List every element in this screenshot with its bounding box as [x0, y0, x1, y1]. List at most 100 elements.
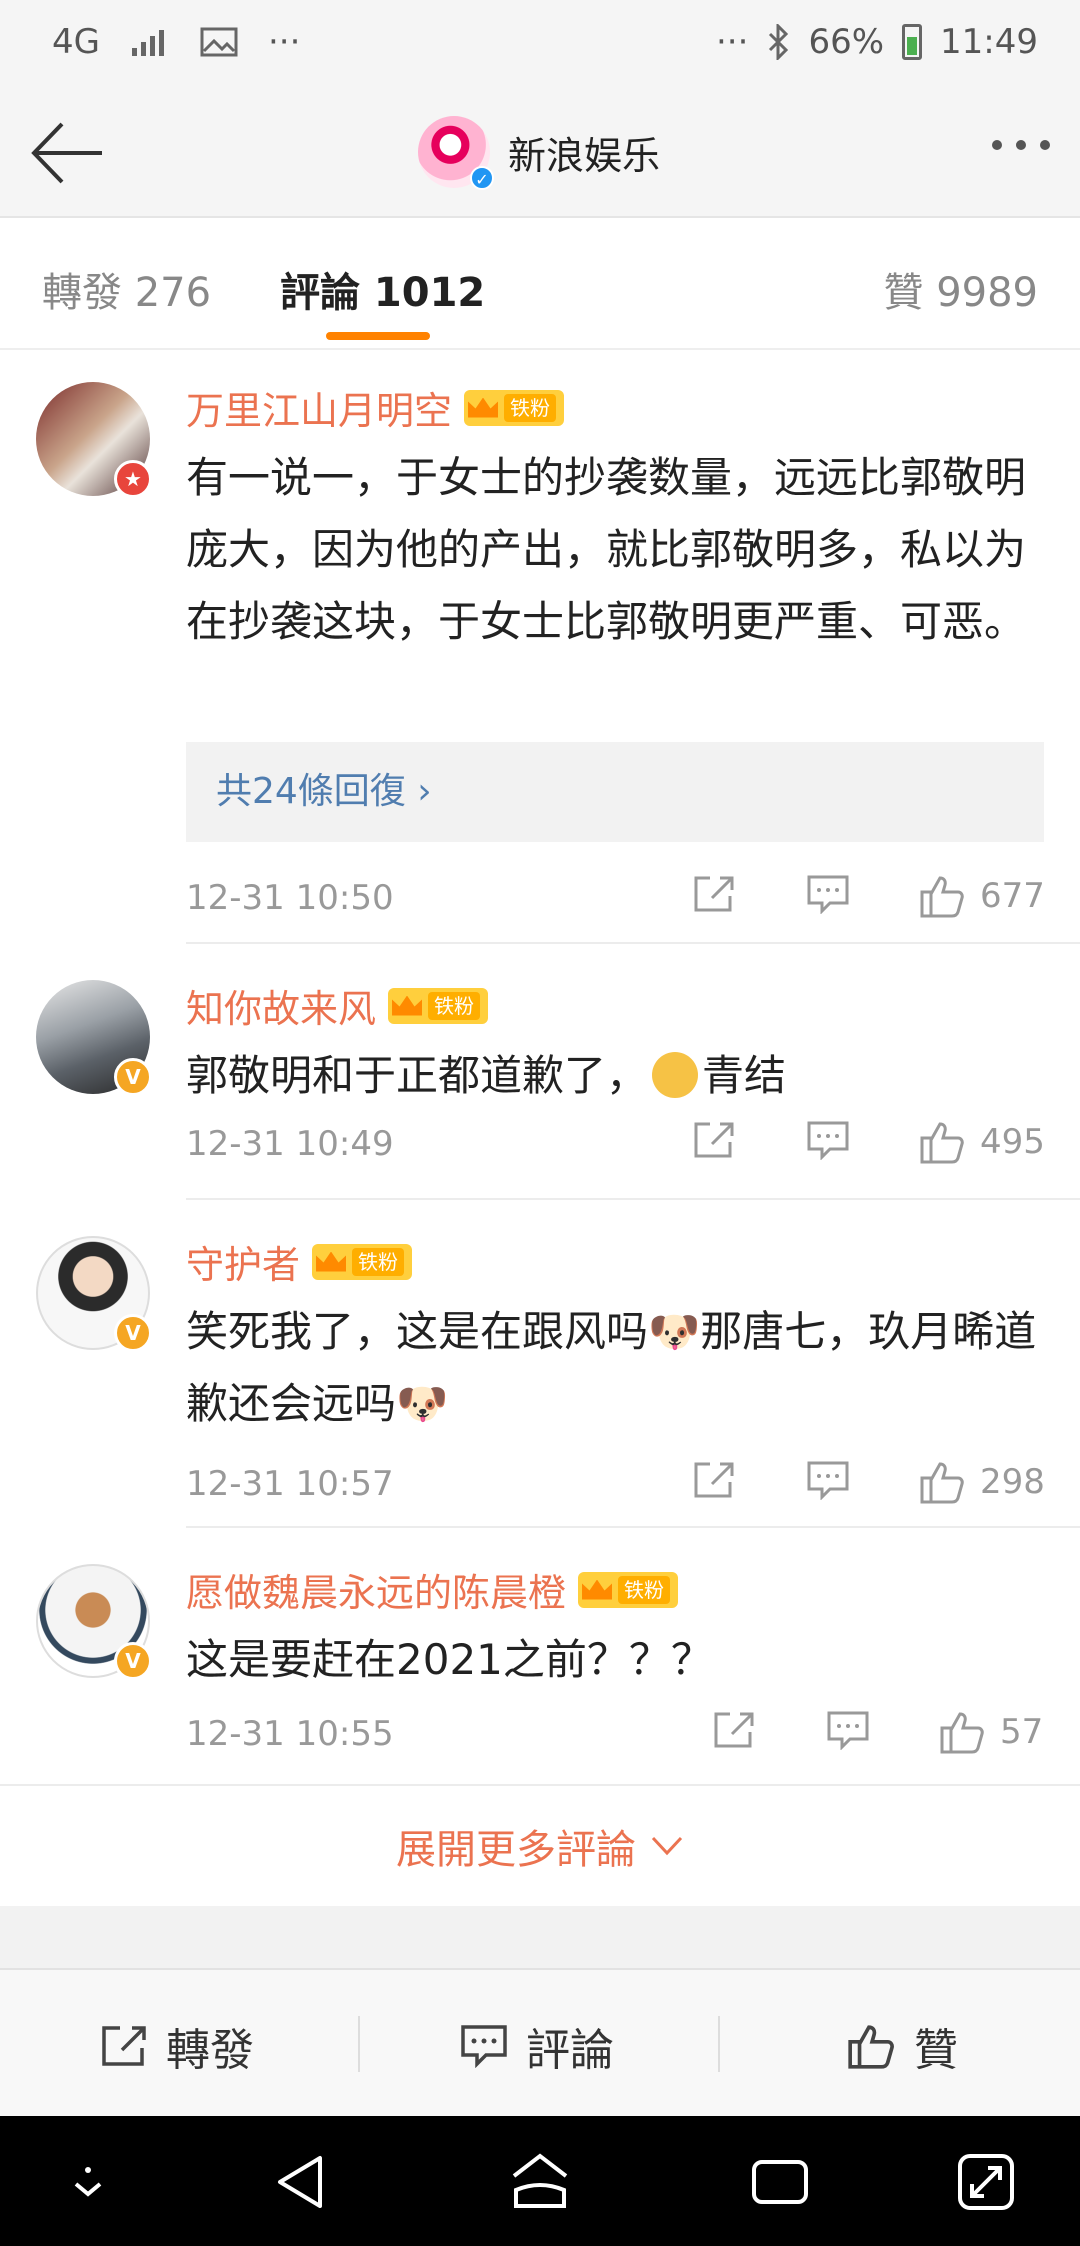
battery-percent: 66%: [808, 22, 885, 62]
like-button[interactable]: 贊: [846, 2014, 958, 2078]
clock: 11:49: [940, 22, 1038, 62]
share-icon: [694, 876, 734, 912]
nav-home-icon[interactable]: [508, 2150, 572, 2214]
section-gap: [0, 1906, 1080, 1968]
replies-link[interactable]: 共24條回復 ›: [186, 742, 1044, 842]
comment-meta: 12-31 10:49 495: [186, 1116, 1046, 1176]
divider: [358, 2016, 360, 2072]
expand-label: 展開更多評論: [396, 1827, 636, 1873]
tab-repost[interactable]: 轉發 276: [42, 260, 211, 318]
comment-item: V 知你故来风 铁粉 郭敬明和于正都道歉了， 青结 12-31 10:49 495: [0, 944, 1080, 1200]
tab-indicator: [326, 332, 430, 340]
comment-icon: [461, 2025, 507, 2068]
fan-badge: 铁粉: [388, 987, 489, 1024]
chevron-down-icon: [651, 1836, 683, 1856]
avatar[interactable]: V: [36, 1564, 152, 1680]
fan-badge: 铁粉: [578, 1571, 679, 1608]
expand-more-comments-button[interactable]: 展開更多評論: [0, 1784, 1080, 1906]
crown-icon: [582, 1576, 612, 1604]
comment-time: 12-31 10:55: [186, 1714, 394, 1754]
network-indicator: 4G: [52, 22, 100, 62]
tab-bar: 轉發 276 評論 1012 贊 9989: [0, 218, 1080, 350]
reply-button[interactable]: [806, 874, 850, 914]
username[interactable]: 守护者: [186, 1234, 300, 1289]
image-icon: [200, 27, 238, 57]
like-button[interactable]: 677: [918, 874, 1045, 918]
like-count: 298: [980, 1462, 1045, 1502]
nav-back-icon[interactable]: [270, 2150, 334, 2214]
tab-like[interactable]: 贊 9989: [883, 260, 1038, 318]
verified-v-icon: V: [114, 1314, 152, 1352]
share-icon: [714, 1712, 754, 1748]
comment-meta: 12-31 10:55 57: [186, 1706, 1046, 1766]
battery-icon: [902, 24, 923, 60]
comment-icon: [807, 875, 849, 914]
nav-hide-keyboard-icon[interactable]: [56, 2150, 120, 2214]
status-bar: 4G ··· ··· 66% 11:49: [0, 0, 1080, 90]
divider: [718, 2016, 720, 2072]
fan-badge: 铁粉: [312, 1243, 413, 1280]
more-options-button[interactable]: [992, 140, 1050, 150]
signal-icon: [131, 30, 164, 56]
back-button[interactable]: [28, 120, 108, 186]
like-button[interactable]: 298: [918, 1460, 1045, 1504]
like-count: 57: [1000, 1712, 1044, 1752]
repost-button[interactable]: 轉發: [100, 2014, 254, 2078]
bottom-action-bar: 轉發 評論 贊: [0, 1968, 1080, 2116]
repost-icon: [102, 2026, 146, 2066]
comment-button[interactable]: 評論: [460, 2014, 614, 2078]
fan-badge: 铁粉: [464, 389, 565, 426]
username[interactable]: 愿做魏晨永远的陈晨橙: [186, 1562, 566, 1617]
comment-time: 12-31 10:57: [186, 1464, 394, 1504]
thumbs-up-icon: [920, 1122, 964, 1164]
comment-text: 有一说一，于女士的抄袭数量，远远比郭敬明庞大，因为他的产出，就比郭敬明多，私以为…: [186, 453, 1027, 646]
system-nav-bar: [0, 2116, 1080, 2246]
avatar[interactable]: V: [36, 1236, 152, 1352]
account-title[interactable]: ✓ 新浪娱乐: [418, 116, 661, 190]
comment-item: V 愿做魏晨永远的陈晨橙 铁粉 这是要赶在2021之前？？？ 12-31 10:…: [0, 1528, 1080, 1784]
share-button[interactable]: [692, 1460, 736, 1500]
comment-text: 笑死我了，这是在跟风吗🐶那唐七，玖月晞道歉还会远吗🐶: [186, 1307, 1037, 1428]
crown-icon: [392, 992, 422, 1020]
weibo-comments-page: 4G ··· ··· 66% 11:49 ✓ 新浪娱乐 轉發 276 評論 10…: [0, 0, 1080, 2246]
member-badge-icon: ★: [114, 460, 152, 498]
reply-button[interactable]: [826, 1710, 870, 1750]
share-icon: [694, 1122, 734, 1158]
verified-v-icon: V: [114, 1642, 152, 1680]
avatar[interactable]: V: [36, 980, 152, 1096]
share-button[interactable]: [692, 874, 736, 914]
share-button[interactable]: [692, 1120, 736, 1160]
crown-icon: [316, 1248, 346, 1276]
nav-fullscreen-icon[interactable]: [954, 2150, 1018, 2214]
header-bar: ✓ 新浪娱乐: [0, 90, 1080, 218]
comment-icon: [807, 1121, 849, 1160]
like-button[interactable]: 495: [918, 1120, 1045, 1164]
account-logo: ✓: [418, 116, 494, 190]
comment-icon: [807, 1461, 849, 1500]
status-more-right: ···: [716, 22, 749, 62]
username[interactable]: 知你故来风: [186, 978, 376, 1033]
like-count: 677: [980, 876, 1045, 916]
share-icon: [694, 1462, 734, 1498]
tab-comment[interactable]: 評論 1012: [280, 260, 485, 318]
page-title: 新浪娱乐: [508, 133, 661, 178]
like-count: 495: [980, 1122, 1045, 1162]
thumbs-up-icon: [920, 1462, 964, 1504]
comment-meta: 12-31 10:57 298: [186, 1456, 1046, 1516]
reply-button[interactable]: [806, 1120, 850, 1160]
nav-recents-icon[interactable]: [748, 2150, 812, 2214]
like-button[interactable]: 57: [938, 1710, 1043, 1754]
share-button[interactable]: [712, 1710, 756, 1750]
grandpa-emoji-icon: [652, 1052, 699, 1098]
thumbs-up-icon: [920, 876, 964, 918]
reply-button[interactable]: [806, 1460, 850, 1500]
bluetooth-icon: [769, 24, 789, 60]
verified-icon: ✓: [470, 166, 494, 190]
comment-time: 12-31 10:49: [186, 1124, 394, 1164]
comment-text: 郭敬明和于正都道歉了， 青结: [186, 1051, 787, 1100]
back-arrow-icon: [31, 122, 102, 184]
avatar[interactable]: ★: [36, 382, 152, 498]
thumbs-up-icon: [848, 2025, 894, 2069]
username[interactable]: 万里江山月明空: [186, 380, 452, 435]
comment-meta: 12-31 10:50 677: [186, 870, 1046, 930]
